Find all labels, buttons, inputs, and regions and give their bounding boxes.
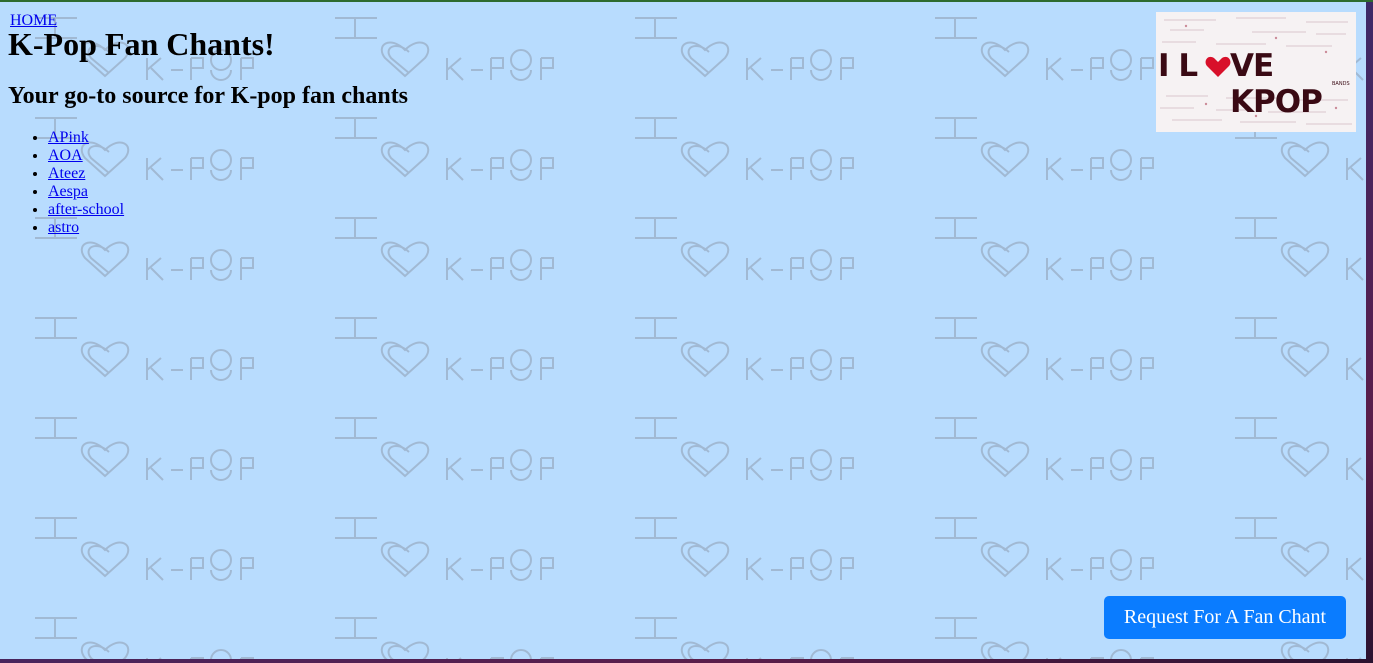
list-item: Ateez xyxy=(48,165,124,183)
watermark-tile xyxy=(634,517,854,581)
logo-tag: BANDS xyxy=(1332,81,1350,87)
watermark-tile xyxy=(634,617,854,659)
list-item: after-school xyxy=(48,201,124,219)
group-list: APink AOA Ateez Aespa after-school astro xyxy=(8,129,124,237)
logo-text-left: I L xyxy=(1158,48,1198,84)
watermark-tile xyxy=(934,217,1154,281)
watermark-tile xyxy=(1234,417,1366,481)
watermark-tile xyxy=(334,517,554,581)
watermark-tile xyxy=(1234,217,1366,281)
watermark-tile xyxy=(634,317,854,381)
page-title: K-Pop Fan Chants! xyxy=(8,26,275,62)
watermark-tile xyxy=(34,317,254,381)
list-item: Aespa xyxy=(48,183,124,201)
list-item: astro xyxy=(48,219,124,237)
watermark-tile xyxy=(934,317,1154,381)
group-link-apink[interactable]: APink xyxy=(48,129,89,146)
watermark-tile xyxy=(34,517,254,581)
request-fan-chant-button[interactable]: Request For A Fan Chant xyxy=(1104,596,1346,639)
group-link-ateez[interactable]: Ateez xyxy=(48,165,85,182)
watermark-tile xyxy=(334,117,554,181)
watermark-tile xyxy=(934,417,1154,481)
group-link-astro[interactable]: astro xyxy=(48,219,79,236)
watermark-tile xyxy=(334,417,554,481)
page: HOME K-Pop Fan Chants! Your go-to source… xyxy=(0,2,1366,659)
list-item: AOA xyxy=(48,147,124,165)
watermark-tile xyxy=(934,517,1154,581)
watermark-tile xyxy=(34,617,254,659)
watermark-tile xyxy=(634,417,854,481)
watermark-tile xyxy=(334,317,554,381)
heart-icon xyxy=(1205,56,1231,77)
watermark-tile xyxy=(334,217,554,281)
group-link-aespa[interactable]: Aespa xyxy=(48,183,88,200)
group-link-after-school[interactable]: after-school xyxy=(48,201,124,218)
watermark-tile xyxy=(334,17,554,81)
i-love-kpop-logo: I L VE KPOP BANDS xyxy=(1156,12,1356,132)
page-subtitle: Your go-to source for K-pop fan chants xyxy=(8,83,409,109)
watermark-tile xyxy=(634,217,854,281)
watermark-tile xyxy=(634,17,854,81)
list-item: APink xyxy=(48,129,124,147)
watermark-tile xyxy=(634,117,854,181)
watermark-tile xyxy=(334,617,554,659)
watermark-tile xyxy=(1234,317,1366,381)
watermark-tile xyxy=(934,117,1154,181)
watermark-tile xyxy=(34,417,254,481)
watermark-tile xyxy=(1234,517,1366,581)
watermark-tile xyxy=(934,17,1154,81)
group-link-aoa[interactable]: AOA xyxy=(48,147,83,164)
